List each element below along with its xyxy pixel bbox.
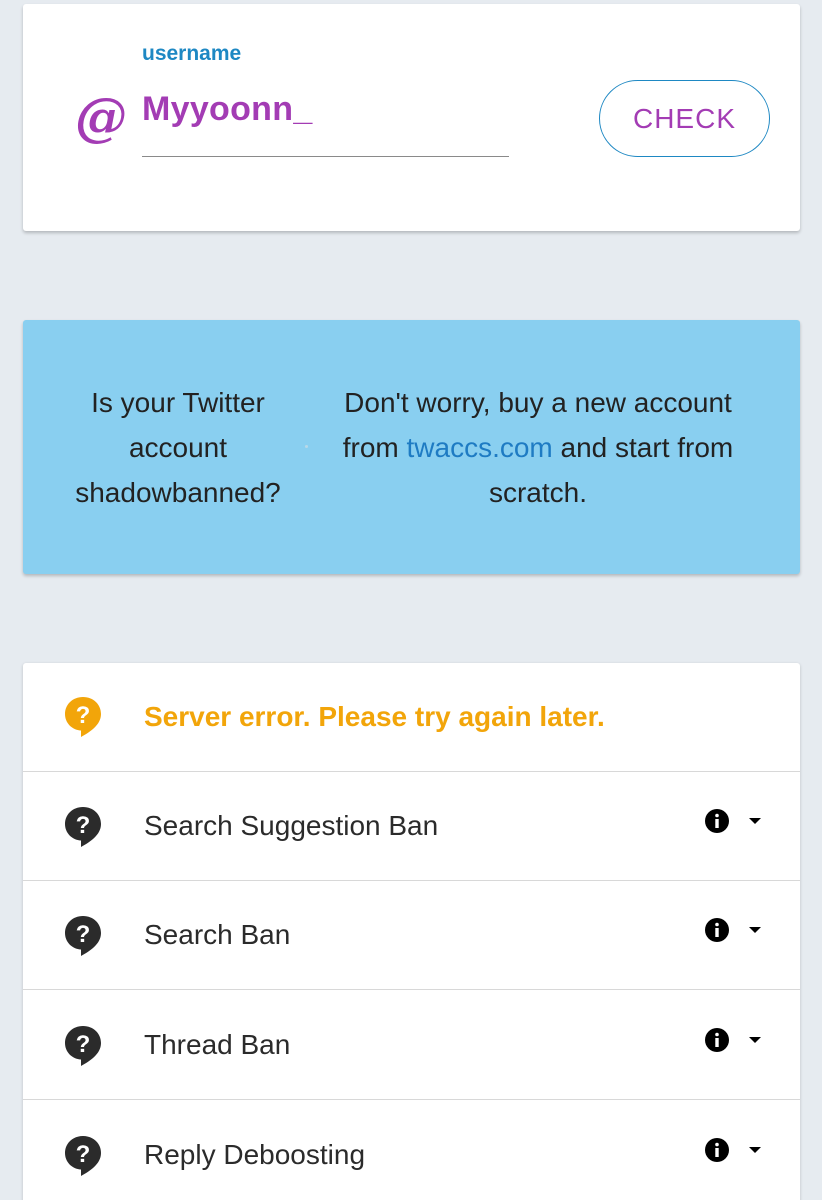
results-card: ? Server error. Please try again later. …	[23, 663, 800, 1200]
svg-text:?: ?	[76, 1031, 91, 1058]
info-icon[interactable]	[704, 1027, 730, 1053]
result-label: Search Ban	[144, 919, 291, 950]
username-card: @ username CHECK	[23, 4, 800, 231]
question-bubble-icon: ?	[65, 1026, 101, 1066]
username-label: username	[142, 42, 242, 65]
caret-down-icon[interactable]	[748, 817, 762, 825]
ad-divider-dot	[305, 445, 308, 448]
username-underline	[142, 156, 509, 157]
username-input[interactable]	[142, 90, 509, 129]
result-row[interactable]: ? Search Suggestion Ban	[23, 772, 800, 881]
info-icon[interactable]	[704, 917, 730, 943]
ad-banner[interactable]: Is your Twitter account shadowbanned? Do…	[23, 320, 800, 574]
result-row[interactable]: ? Reply Deboosting	[23, 1101, 800, 1200]
status-row: ? Server error. Please try again later.	[23, 663, 800, 772]
warning-question-icon: ?	[65, 697, 101, 737]
ad-link[interactable]: twaccs.com	[407, 432, 553, 463]
ad-offer-text: Don't worry, buy a new account from twac…	[315, 380, 761, 515]
svg-text:?: ?	[76, 1141, 91, 1168]
result-row[interactable]: ? Thread Ban	[23, 991, 800, 1100]
svg-text:?: ?	[76, 812, 91, 839]
question-bubble-icon: ?	[65, 916, 101, 956]
ad-question-text: Is your Twitter account shadowbanned?	[75, 387, 281, 508]
svg-text:?: ?	[76, 702, 91, 729]
caret-down-icon[interactable]	[748, 1036, 762, 1044]
result-row[interactable]: ? Search Ban	[23, 881, 800, 990]
at-sign-icon: @	[75, 87, 127, 148]
info-icon[interactable]	[704, 808, 730, 834]
question-bubble-icon: ?	[65, 1136, 101, 1176]
result-label: Thread Ban	[144, 1029, 291, 1060]
check-button[interactable]: CHECK	[599, 80, 770, 157]
question-bubble-icon: ?	[65, 807, 101, 847]
caret-down-icon[interactable]	[748, 1146, 762, 1154]
caret-down-icon[interactable]	[748, 926, 762, 934]
result-label: Search Suggestion Ban	[144, 810, 439, 841]
result-label: Reply Deboosting	[144, 1139, 366, 1170]
svg-text:?: ?	[76, 921, 91, 948]
status-message: Server error. Please try again later.	[144, 701, 605, 732]
info-icon[interactable]	[704, 1137, 730, 1163]
